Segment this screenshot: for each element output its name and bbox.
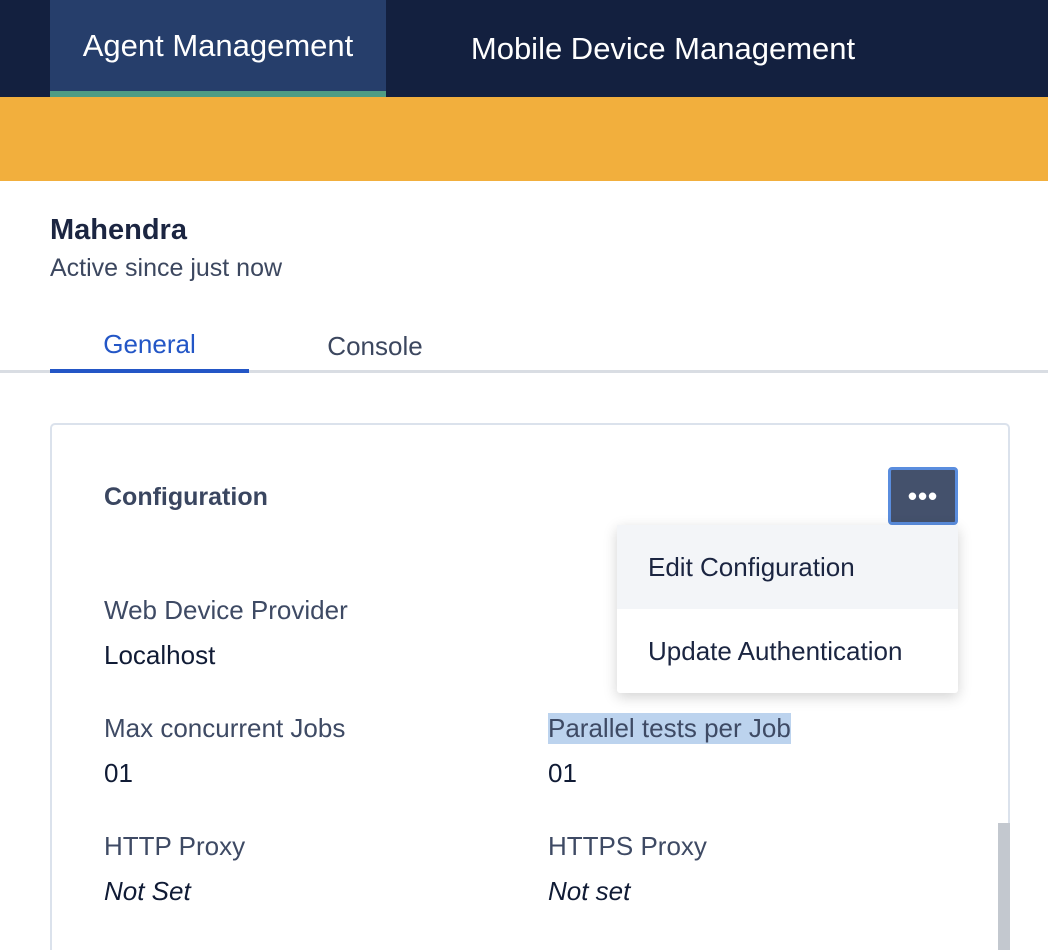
tab-console[interactable]: Console bbox=[300, 320, 450, 373]
tab-general[interactable]: General bbox=[50, 320, 249, 373]
http-proxy-value: Not Set bbox=[104, 876, 191, 906]
agent-status: Active since just now bbox=[50, 254, 283, 282]
detail-tabs: General Console bbox=[0, 320, 1048, 373]
web-device-provider-value: Localhost bbox=[104, 640, 216, 670]
tab-mobile-device-management[interactable]: Mobile Device Management bbox=[440, 0, 886, 97]
update-authentication-menu-item[interactable]: Update Authentication bbox=[617, 609, 958, 693]
top-navigation: Agent Management Mobile Device Managemen… bbox=[0, 0, 1048, 97]
agent-name: Mahendra bbox=[50, 214, 187, 246]
scrollbar[interactable] bbox=[998, 823, 1010, 950]
parallel-tests-value: 01 bbox=[548, 758, 577, 788]
web-device-provider-label: Web Device Provider bbox=[104, 595, 348, 625]
more-options-icon: ••• bbox=[907, 480, 939, 511]
edit-configuration-menu-item[interactable]: Edit Configuration bbox=[617, 525, 958, 609]
parallel-tests-label: Parallel tests per Job bbox=[548, 713, 791, 744]
configuration-dropdown-menu: Edit Configuration Update Authentication bbox=[617, 525, 958, 693]
http-proxy-label: HTTP Proxy bbox=[104, 831, 246, 861]
notification-banner bbox=[0, 97, 1048, 181]
https-proxy-value: Not set bbox=[548, 876, 631, 906]
more-options-button[interactable]: ••• bbox=[888, 467, 958, 525]
configuration-title: Configuration bbox=[104, 483, 268, 511]
max-concurrent-jobs-value: 01 bbox=[104, 758, 133, 788]
https-proxy-label: HTTPS Proxy bbox=[548, 831, 707, 861]
max-concurrent-jobs-label: Max concurrent Jobs bbox=[104, 713, 346, 743]
tab-agent-management[interactable]: Agent Management bbox=[50, 0, 386, 97]
